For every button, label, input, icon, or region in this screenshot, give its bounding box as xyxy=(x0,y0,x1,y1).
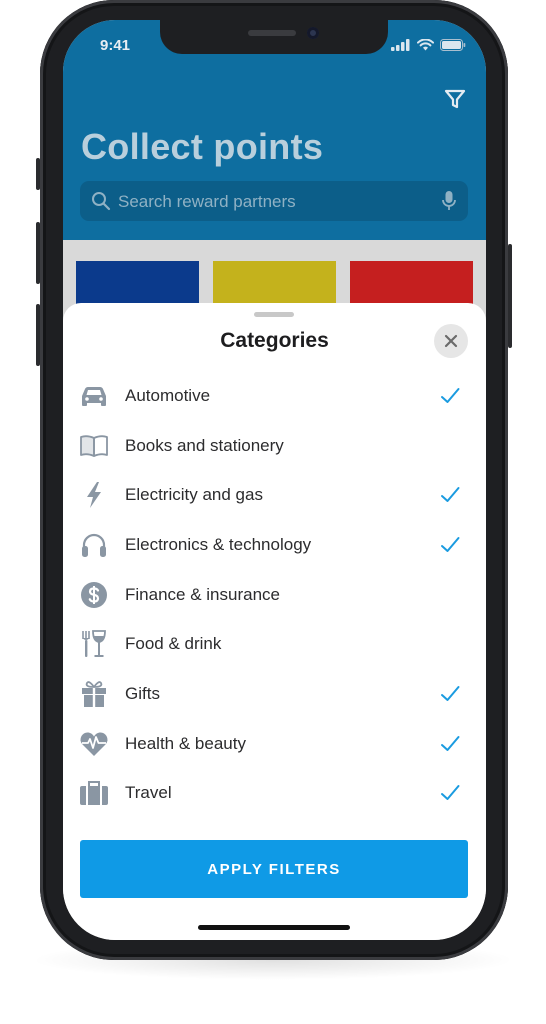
gift-icon xyxy=(79,679,109,709)
category-row-travel[interactable]: Travel xyxy=(63,769,486,819)
checkmark-icon xyxy=(441,735,460,751)
page-title: Collect points xyxy=(81,126,324,167)
checkmark-icon xyxy=(441,536,460,552)
category-label: Gifts xyxy=(125,683,160,703)
camera xyxy=(307,27,319,39)
dollar-icon xyxy=(79,580,109,610)
microphone-icon[interactable] xyxy=(442,190,456,212)
category-row-health[interactable]: Health & beauty xyxy=(63,719,486,769)
category-label: Automotive xyxy=(125,385,211,405)
category-row-gifts[interactable]: Gifts xyxy=(63,669,486,719)
close-button[interactable] xyxy=(434,324,468,358)
categories-sheet: Categories Automotive Books and statione… xyxy=(63,303,486,940)
volume-down-button xyxy=(36,304,40,366)
category-list: Automotive Books and stationery Electric… xyxy=(63,371,486,818)
category-label: Finance & insurance xyxy=(125,584,280,604)
category-row-finance[interactable]: Finance & insurance xyxy=(63,570,486,620)
lightning-icon xyxy=(79,480,109,510)
category-label: Health & beauty xyxy=(125,733,246,753)
screen: 9:41 Collect points Search reward partne… xyxy=(63,20,486,940)
checkmark-icon xyxy=(441,785,460,801)
category-row-food[interactable]: Food & drink xyxy=(63,619,486,669)
book-icon xyxy=(79,431,109,461)
sheet-grabber[interactable] xyxy=(254,312,294,317)
signal-icon xyxy=(391,39,410,51)
checkmark-icon xyxy=(441,685,460,701)
speaker xyxy=(248,30,296,36)
checkmark-icon xyxy=(441,387,460,403)
wifi-icon xyxy=(417,39,434,51)
headphones-icon xyxy=(79,530,109,560)
search-input[interactable]: Search reward partners xyxy=(80,181,468,221)
category-label: Food & drink xyxy=(125,634,222,654)
status-time: 9:41 xyxy=(100,37,131,54)
notch xyxy=(160,20,388,54)
filter-icon[interactable] xyxy=(442,86,468,112)
close-icon xyxy=(444,334,458,348)
search-icon xyxy=(92,192,111,211)
category-row-electricity[interactable]: Electricity and gas xyxy=(63,470,486,520)
category-row-electronics[interactable]: Electronics & technology xyxy=(63,520,486,570)
battery-icon xyxy=(440,39,466,51)
category-row-books[interactable]: Books and stationery xyxy=(63,421,486,471)
mute-switch xyxy=(36,158,40,190)
apply-filters-button[interactable]: APPLY FILTERS xyxy=(80,840,468,898)
volume-up-button xyxy=(36,222,40,284)
sheet-title: Categories xyxy=(220,329,329,352)
car-icon xyxy=(79,381,109,411)
category-label: Electricity and gas xyxy=(125,485,263,505)
search-placeholder: Search reward partners xyxy=(118,192,296,211)
category-row-automotive[interactable]: Automotive xyxy=(63,371,486,421)
heart-pulse-icon xyxy=(79,729,109,759)
category-label: Electronics & technology xyxy=(125,534,312,554)
checkmark-icon xyxy=(441,487,460,503)
category-label: Books and stationery xyxy=(125,435,284,455)
fork-glass-icon xyxy=(79,629,109,659)
home-indicator xyxy=(198,925,350,930)
suitcase-icon xyxy=(79,778,109,808)
power-button xyxy=(508,244,512,348)
category-label: Travel xyxy=(125,783,172,803)
status-icons xyxy=(391,39,466,51)
